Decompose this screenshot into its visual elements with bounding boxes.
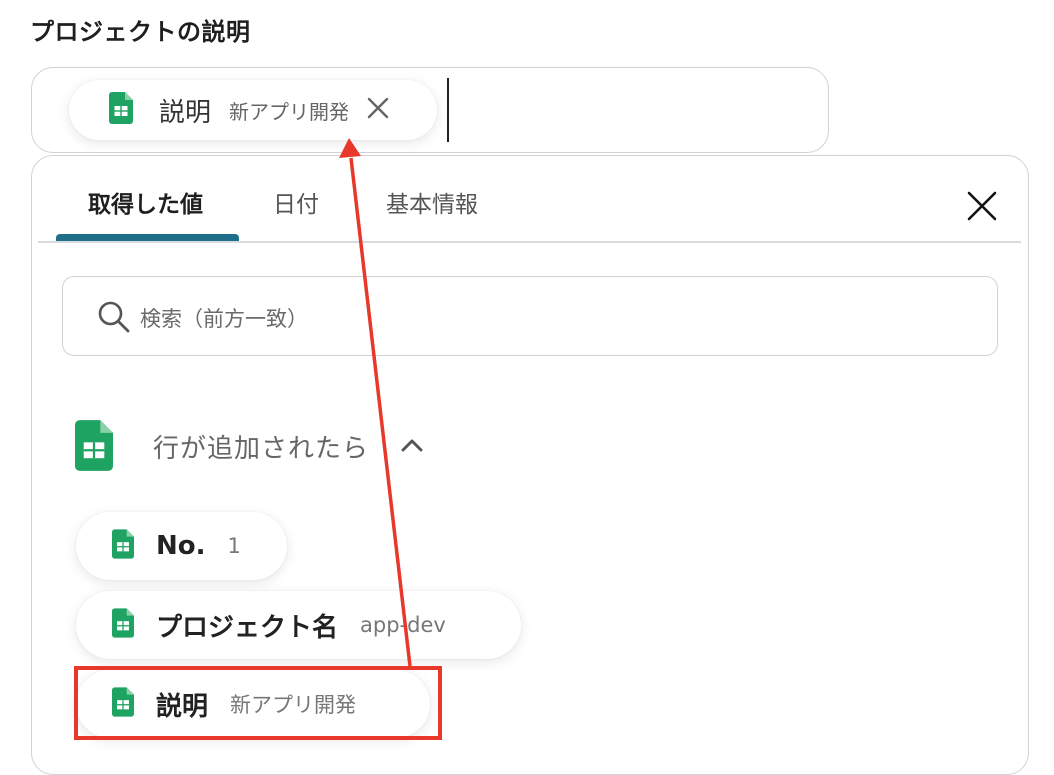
spreadsheet-icon bbox=[112, 529, 134, 563]
group-title[interactable]: 行が追加されたら bbox=[153, 428, 369, 465]
search-icon bbox=[97, 300, 131, 338]
selected-value-chip[interactable]: 説明 新アプリ開発 bbox=[69, 80, 437, 140]
item-label: 説明 bbox=[156, 691, 209, 722]
item-value: 新アプリ開発 bbox=[230, 693, 357, 717]
chip-label: 説明 bbox=[159, 97, 212, 128]
item-value: app-dev bbox=[360, 613, 446, 637]
tab-date[interactable]: 日付 bbox=[273, 185, 319, 219]
tab-acquired-values[interactable]: 取得した値 bbox=[88, 185, 203, 219]
spreadsheet-icon bbox=[112, 608, 134, 642]
close-icon[interactable] bbox=[966, 190, 998, 222]
remove-chip-icon[interactable] bbox=[367, 97, 389, 123]
spreadsheet-icon bbox=[75, 420, 113, 475]
value-item-no[interactable]: No. 1 bbox=[76, 512, 287, 580]
value-item-description[interactable]: 説明 新アプリ開発 bbox=[76, 670, 430, 738]
spreadsheet-icon bbox=[112, 687, 134, 721]
chevron-up-icon[interactable] bbox=[400, 437, 424, 457]
item-label: No. bbox=[156, 531, 206, 561]
tab-basic-info[interactable]: 基本情報 bbox=[386, 185, 478, 219]
search-placeholder: 検索（前方一致） bbox=[140, 307, 308, 331]
item-label: プロジェクト名 bbox=[156, 612, 339, 643]
spreadsheet-icon bbox=[109, 92, 133, 128]
item-value: 1 bbox=[227, 534, 241, 558]
text-cursor bbox=[447, 78, 449, 142]
tab-divider bbox=[38, 241, 1021, 243]
field-title: プロジェクトの説明 bbox=[30, 18, 251, 46]
value-item-project-name[interactable]: プロジェクト名 app-dev bbox=[76, 591, 521, 659]
chip-value: 新アプリ開発 bbox=[229, 99, 350, 124]
